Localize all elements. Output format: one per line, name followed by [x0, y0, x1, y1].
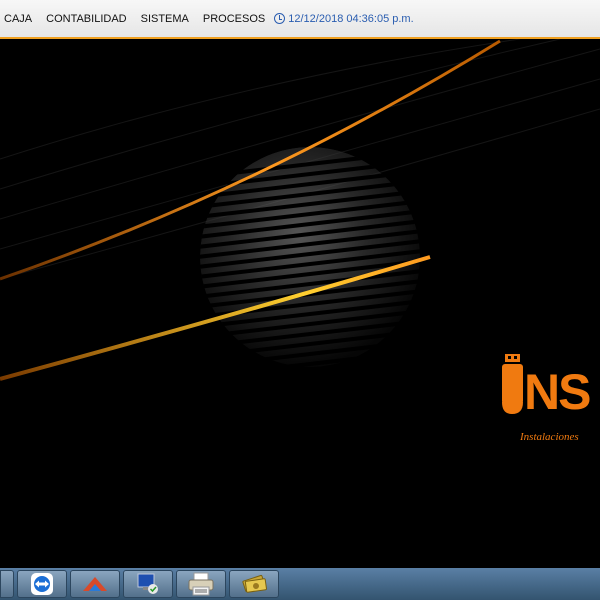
monitor-network-icon: [137, 573, 158, 594]
menu-contabilidad[interactable]: CONTABILIDAD: [39, 13, 133, 25]
usb-plug-icon: [502, 354, 523, 414]
teamviewer-icon: [31, 573, 53, 595]
menu-procesos[interactable]: PROCESOS: [196, 13, 272, 25]
wallpaper-art: [0, 38, 600, 381]
taskbar-app-printer[interactable]: [176, 570, 226, 598]
printer-icon: [188, 572, 214, 596]
app-arrow-icon: [83, 577, 107, 591]
datetime-display: 12/12/2018 04:36:05 p.m.: [274, 12, 414, 25]
menu-caja[interactable]: CAJA: [0, 13, 39, 25]
taskbar-app-network[interactable]: [123, 570, 173, 598]
taskbar: [0, 568, 600, 600]
taskbar-app-teamviewer[interactable]: [17, 570, 67, 598]
money-icon: [242, 574, 267, 593]
logo-tagline: Instalaciones: [520, 431, 579, 443]
desktop-wallpaper: NS Instalaciones: [0, 38, 600, 568]
datetime-text: 12/12/2018 04:36:05 p.m.: [288, 12, 414, 25]
company-logo: NS Instalaciones: [498, 352, 600, 452]
clock-icon: [274, 13, 286, 24]
menu-sistema[interactable]: SISTEMA: [134, 13, 196, 25]
taskbar-app-arrow[interactable]: [70, 570, 120, 598]
taskbar-app-money[interactable]: [229, 570, 279, 598]
top-menu-bar: CAJA CONTABILIDAD SISTEMA PROCESOS 12/12…: [0, 0, 600, 39]
logo-letters: NS: [524, 364, 591, 420]
striped-sphere: [200, 147, 420, 367]
taskbar-start-edge[interactable]: [0, 570, 14, 598]
